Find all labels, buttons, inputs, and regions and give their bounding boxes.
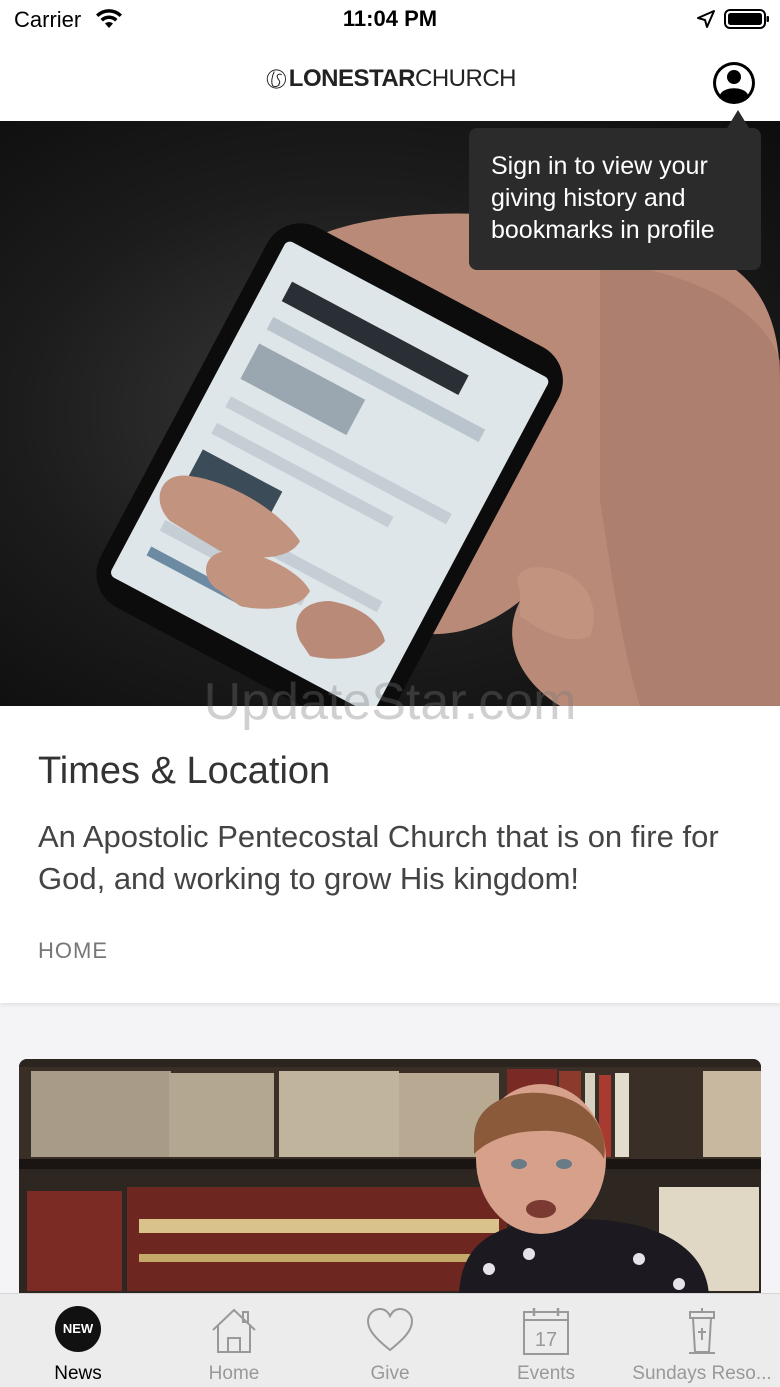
tab-give[interactable]: Give bbox=[312, 1294, 468, 1387]
house-icon bbox=[212, 1308, 256, 1353]
location-arrow-icon bbox=[697, 10, 715, 28]
tab-news-label: News bbox=[54, 1363, 102, 1384]
card-description: An Apostolic Pentecostal Church that is … bbox=[38, 819, 719, 896]
logo-bold-text: LONESTAR bbox=[288, 65, 416, 92]
sign-in-tooltip[interactable]: Sign in to view your giving history and … bbox=[469, 128, 761, 270]
video-thumbnail bbox=[19, 1059, 761, 1299]
tab-bar: NEW News Home Give 17 Events Sundays Res… bbox=[0, 1293, 780, 1387]
tooltip-arrow bbox=[727, 110, 749, 128]
church-logo[interactable]: LONESTARCHURCH bbox=[266, 52, 517, 106]
video-card[interactable] bbox=[19, 1059, 761, 1299]
logo-wordmark: LONESTARCHURCH bbox=[288, 65, 517, 93]
tab-events[interactable]: 17 Events bbox=[468, 1294, 624, 1387]
tab-home-label: Home bbox=[208, 1363, 260, 1384]
heart-icon bbox=[366, 1307, 414, 1352]
tab-sundays-resources-label: Sundays Reso... bbox=[632, 1363, 772, 1384]
tab-news[interactable]: NEW News bbox=[0, 1294, 156, 1387]
status-bar: Carrier 11:04 PM bbox=[0, 0, 780, 40]
content-card[interactable]: UpdateStar.com Times & Location An Apost… bbox=[0, 673, 780, 1003]
tab-home[interactable]: Home bbox=[156, 1294, 312, 1387]
card-category: HOME bbox=[38, 938, 108, 963]
status-time: 11:04 PM bbox=[342, 6, 438, 31]
tab-give-label: Give bbox=[370, 1363, 410, 1384]
profile-icon[interactable] bbox=[711, 60, 757, 106]
pulpit-icon bbox=[689, 1308, 715, 1354]
tab-events-label: Events bbox=[516, 1363, 576, 1384]
battery-icon bbox=[724, 9, 769, 29]
card-title: Times & Location bbox=[38, 750, 331, 792]
tab-sundays-resources[interactable]: Sundays Reso... bbox=[624, 1294, 780, 1387]
ls-monogram-icon bbox=[266, 69, 286, 89]
app-header: LONESTARCHURCH bbox=[0, 40, 780, 121]
calendar-day: 17 bbox=[535, 1329, 557, 1351]
watermark: UpdateStar.com bbox=[203, 673, 577, 731]
logo-light-text: CHURCH bbox=[415, 65, 517, 92]
calendar-icon: 17 bbox=[523, 1308, 569, 1355]
new-badge-icon: NEW bbox=[55, 1306, 101, 1352]
